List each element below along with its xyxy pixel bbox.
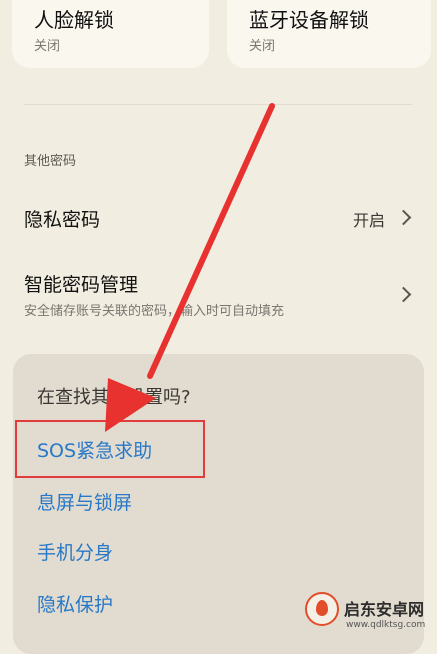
- watermark-text: 启东安卓网: [344, 600, 425, 619]
- watermark-logo-icon: [305, 592, 339, 626]
- annotation-arrow: [105, 103, 275, 432]
- watermark-url: www.qdlktsg.com: [346, 620, 426, 630]
